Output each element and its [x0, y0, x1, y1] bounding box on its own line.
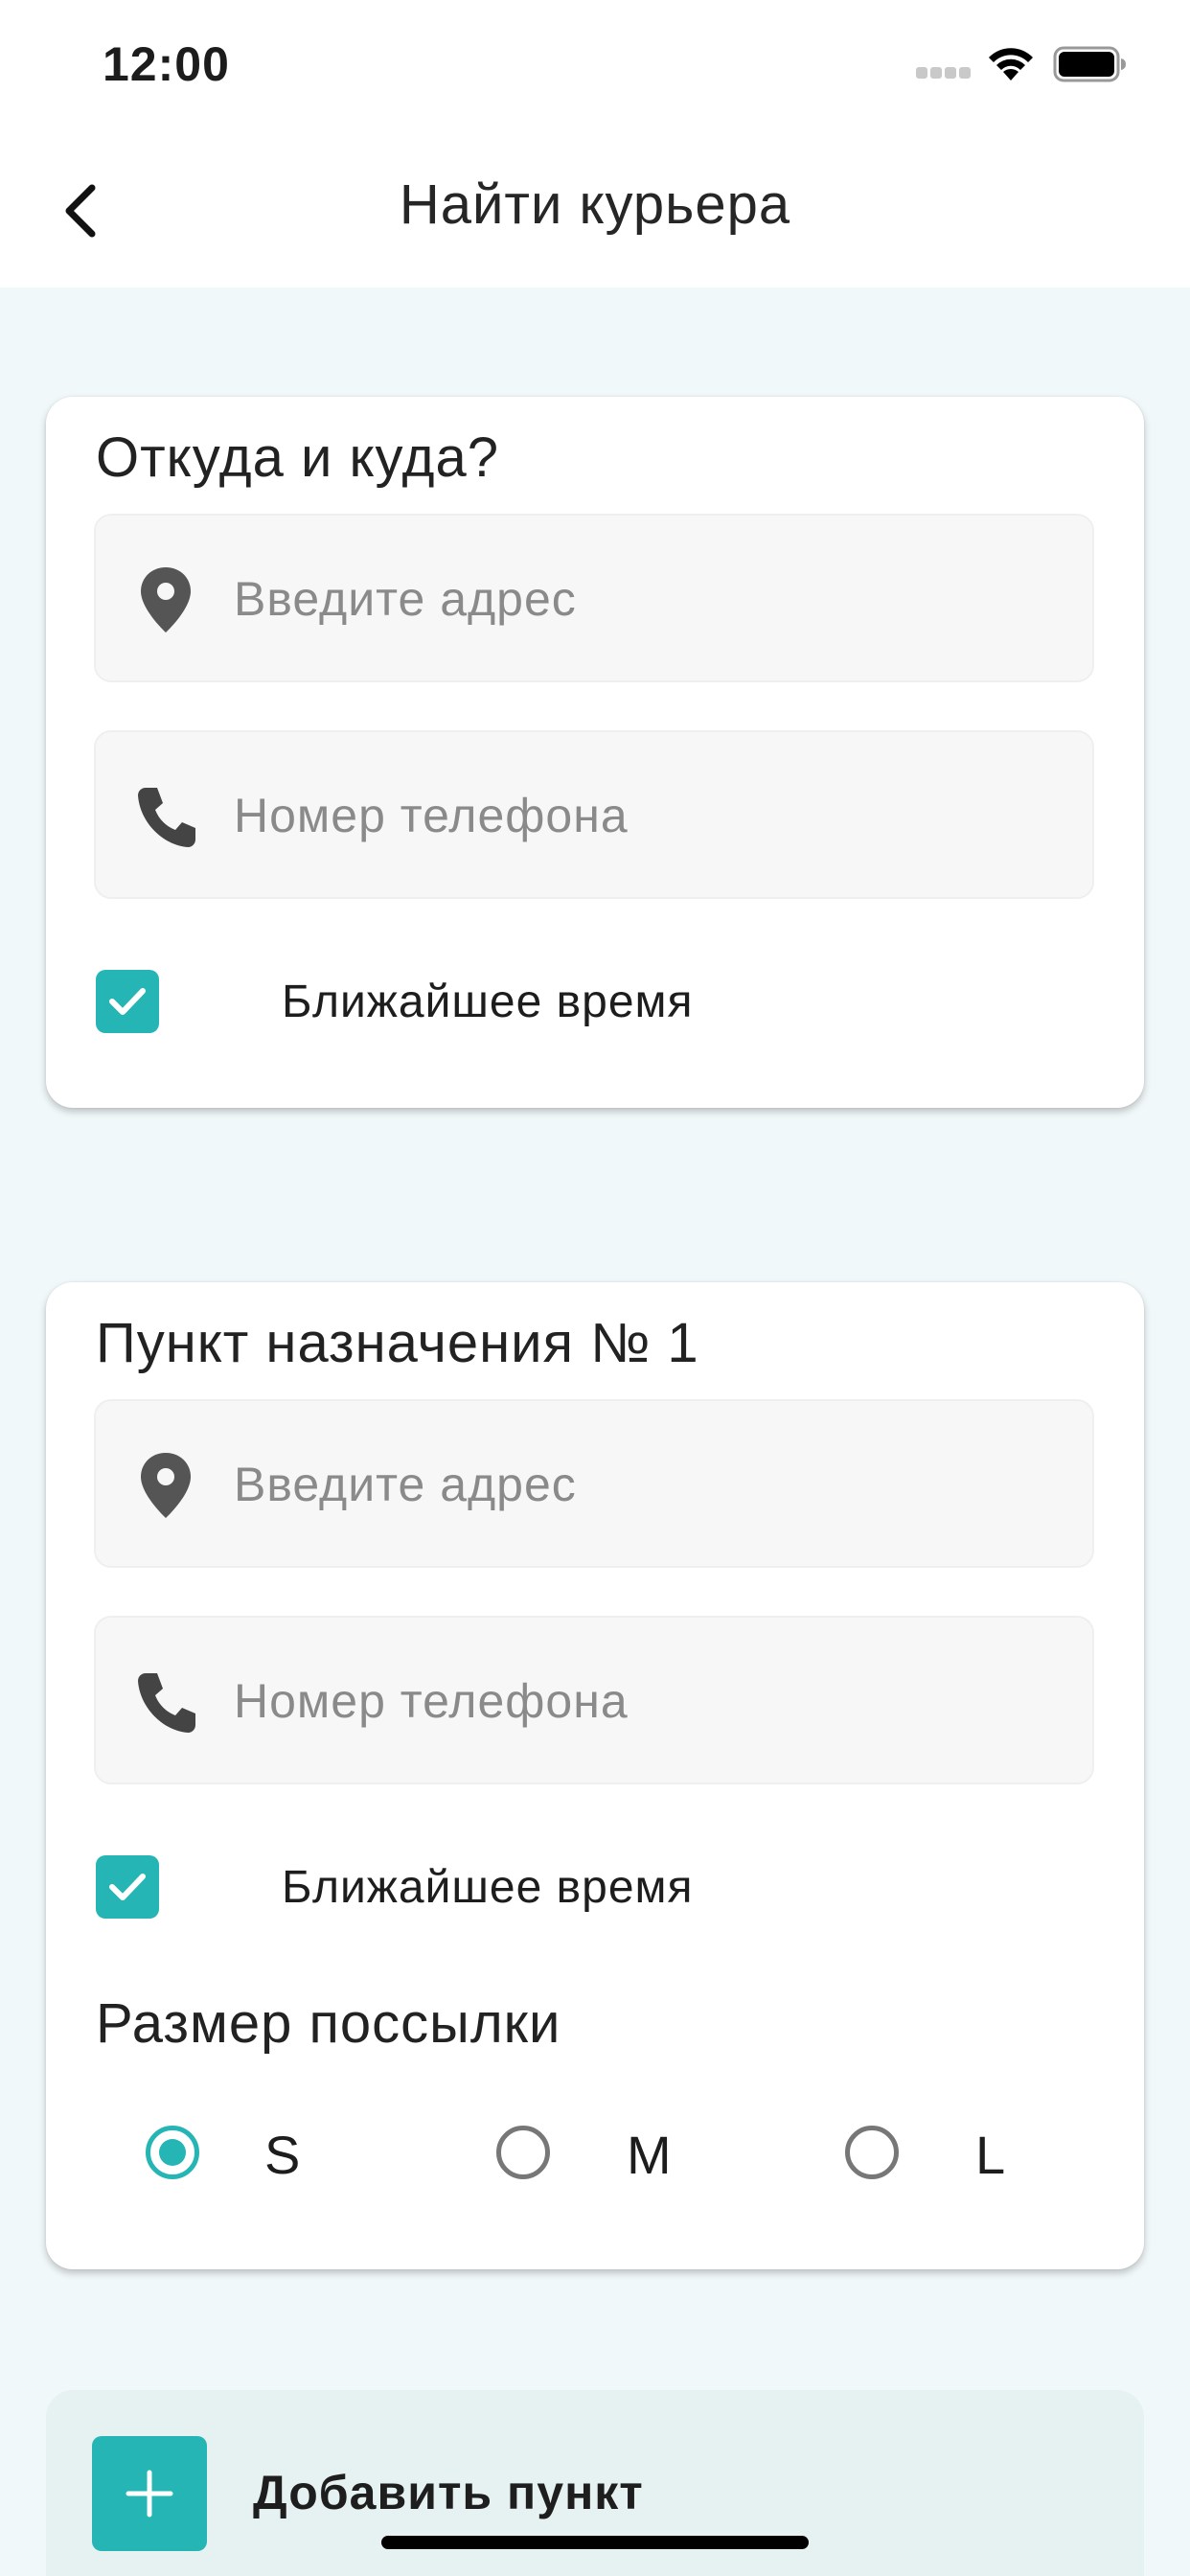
radio-unselected[interactable] [845, 2126, 899, 2179]
page-title: Найти курьера [399, 173, 791, 236]
screen: 12:00 Найти курьера Откуда и куда? Введи… [0, 0, 1190, 2576]
add-point-label: Добавить пункт [253, 2466, 644, 2519]
origin-nearest-time-checkbox[interactable]: Ближайшее время [96, 970, 958, 1037]
origin-card-title: Откуда и куда? [96, 426, 499, 489]
location-pin-icon [141, 1453, 191, 1518]
status-bar: 12:00 [0, 0, 1190, 134]
destination-card: Пункт назначения № 1 Введите адрес Номер… [46, 1282, 1144, 2269]
size-option-m[interactable]: M [496, 2116, 745, 2193]
radio-selected[interactable] [146, 2126, 199, 2179]
navigation-bar: Найти курьера [0, 134, 1190, 288]
add-point-button[interactable] [92, 2436, 207, 2551]
wifi-icon [989, 48, 1033, 80]
parcel-size-heading: Размер поссылки [96, 1992, 561, 2055]
origin-address-placeholder: Введите адрес [234, 572, 577, 626]
origin-address-field[interactable]: Введите адрес [94, 514, 1094, 682]
check-icon [109, 988, 146, 1015]
phone-icon [138, 1673, 195, 1733]
destination-nearest-time-label: Ближайшее время [282, 1862, 694, 1913]
plus-icon [126, 2470, 173, 2518]
destination-card-title: Пункт назначения № 1 [96, 1312, 699, 1374]
status-time: 12:00 [103, 37, 230, 91]
destination-address-field[interactable]: Введите адрес [94, 1399, 1094, 1568]
origin-nearest-time-label: Ближайшее время [282, 977, 694, 1027]
checkbox-checked[interactable] [96, 970, 159, 1033]
destination-nearest-time-checkbox[interactable]: Ближайшее время [96, 1855, 958, 1922]
location-pin-icon [141, 567, 191, 632]
origin-phone-placeholder: Номер телефона [234, 789, 629, 842]
battery-icon [1053, 46, 1126, 82]
size-label-m: M [627, 2125, 672, 2185]
signal-icon [916, 67, 972, 80]
origin-card: Откуда и куда? Введите адрес Номер телеф… [46, 397, 1144, 1108]
checkbox-checked[interactable] [96, 1855, 159, 1919]
size-label-s: S [264, 2125, 301, 2185]
destination-phone-placeholder: Номер телефона [234, 1674, 629, 1728]
size-option-s[interactable]: S [146, 2116, 395, 2193]
destination-phone-field[interactable]: Номер телефона [94, 1616, 1094, 1784]
size-label-l: L [975, 2125, 1006, 2185]
check-icon [109, 1874, 146, 1900]
home-indicator [381, 2536, 809, 2549]
phone-icon [138, 788, 195, 847]
size-option-l[interactable]: L [845, 2116, 1094, 2193]
destination-address-placeholder: Введите адрес [234, 1458, 577, 1511]
origin-phone-field[interactable]: Номер телефона [94, 730, 1094, 899]
radio-unselected[interactable] [496, 2126, 550, 2179]
